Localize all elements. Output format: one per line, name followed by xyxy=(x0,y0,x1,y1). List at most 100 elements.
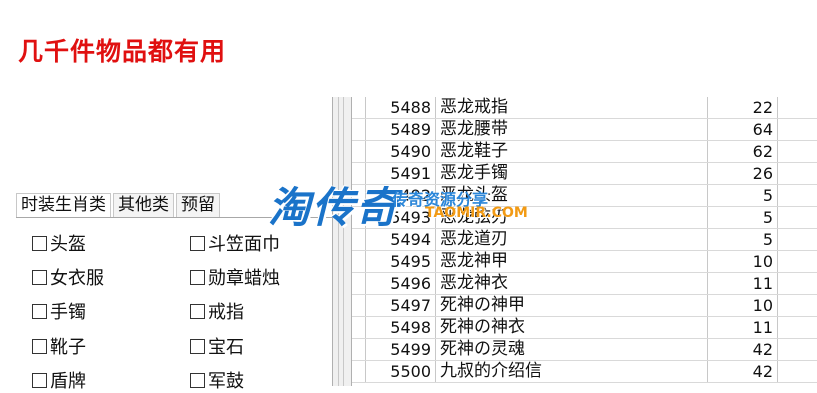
row-selector[interactable] xyxy=(352,119,366,140)
table-row[interactable]: 5493 恶龙弦刃 5 xyxy=(352,207,817,229)
item-id-cell: 5490 xyxy=(366,141,436,162)
item-name-cell: 九叔的介绍信 xyxy=(436,361,708,382)
table-row[interactable]: 5494 恶龙道刃 5 xyxy=(352,229,817,251)
checkbox-box[interactable] xyxy=(190,269,205,285)
item-id-cell: 5488 xyxy=(366,97,436,118)
checkbox-label: 手镯 xyxy=(50,302,86,323)
checkbox-label: 戒指 xyxy=(208,302,244,323)
item-id-cell: 5499 xyxy=(366,339,436,360)
table-row[interactable]: 5489 恶龙腰带 64 xyxy=(352,119,817,141)
item-value-cell: 10 xyxy=(708,251,778,272)
item-id-cell: 5497 xyxy=(366,295,436,316)
checkbox-medal-candle[interactable]: 勋章蜡烛 xyxy=(190,265,280,289)
table-row[interactable]: 5496 恶龙神衣 11 xyxy=(352,273,817,295)
checkbox-label: 军鼓 xyxy=(208,371,244,392)
item-value-cell: 22 xyxy=(708,97,778,118)
table-row[interactable]: 5500 九叔的介绍信 42 xyxy=(352,361,817,383)
item-value-cell: 26 xyxy=(708,163,778,184)
checkbox-box[interactable] xyxy=(32,303,47,319)
item-value-cell: 42 xyxy=(708,339,778,360)
tab-other[interactable]: 其他类 xyxy=(113,193,174,217)
item-name-cell: 恶龙鞋子 xyxy=(436,141,708,162)
item-id-cell: 5495 xyxy=(366,251,436,272)
banner-title: 几千件物品都有用 xyxy=(18,37,227,66)
item-extra-cell xyxy=(778,229,817,250)
item-value-cell: 5 xyxy=(708,185,778,206)
checkbox-gem[interactable]: 宝石 xyxy=(190,334,244,358)
item-extra-cell xyxy=(778,119,817,140)
item-value-cell: 10 xyxy=(708,295,778,316)
checkbox-box[interactable] xyxy=(32,235,47,251)
table-row[interactable]: 5491 恶龙手镯 26 xyxy=(352,163,817,185)
item-id-cell: 5496 xyxy=(366,273,436,294)
item-value-cell: 11 xyxy=(708,273,778,294)
item-id-cell: 5489 xyxy=(366,119,436,140)
item-name-cell: 死神の神衣 xyxy=(436,317,708,338)
checkbox-label: 女衣服 xyxy=(50,268,104,289)
checkbox-box[interactable] xyxy=(32,338,47,354)
row-selector[interactable] xyxy=(352,361,366,382)
row-selector[interactable] xyxy=(352,141,366,162)
checkbox-label: 靴子 xyxy=(50,337,86,358)
item-extra-cell xyxy=(778,163,817,184)
item-extra-cell xyxy=(778,361,817,382)
item-extra-cell xyxy=(778,339,817,360)
item-extra-cell xyxy=(778,185,817,206)
checkbox-boots[interactable]: 靴子 xyxy=(32,334,86,358)
item-value-cell: 5 xyxy=(708,229,778,250)
checkbox-hat-veil[interactable]: 斗笠面巾 xyxy=(190,231,280,255)
checkbox-box[interactable] xyxy=(190,235,205,251)
checkbox-label: 宝石 xyxy=(208,337,244,358)
row-selector[interactable] xyxy=(352,97,366,118)
table-row[interactable]: 5488 恶龙戒指 22 xyxy=(352,97,817,119)
item-extra-cell xyxy=(778,273,817,294)
checkbox-female-clothes[interactable]: 女衣服 xyxy=(32,265,104,289)
row-selector[interactable] xyxy=(352,251,366,272)
item-name-cell: 恶龙戒指 xyxy=(436,97,708,118)
item-extra-cell xyxy=(778,251,817,272)
table-row[interactable]: 5497 死神の神甲 10 xyxy=(352,295,817,317)
item-extra-cell xyxy=(778,317,817,338)
item-value-cell: 64 xyxy=(708,119,778,140)
checkbox-war-drum[interactable]: 军鼓 xyxy=(190,368,244,392)
item-id-cell: 5500 xyxy=(366,361,436,382)
item-name-cell: 恶龙神甲 xyxy=(436,251,708,272)
table-row[interactable]: 5498 死神の神衣 11 xyxy=(352,317,817,339)
checkbox-shield[interactable]: 盾牌 xyxy=(32,368,86,392)
item-value-cell: 11 xyxy=(708,317,778,338)
splitter-handle[interactable] xyxy=(332,97,352,386)
item-id-cell: 5498 xyxy=(366,317,436,338)
checkbox-box[interactable] xyxy=(32,372,47,388)
table-row[interactable]: 5499 死神の灵魂 42 xyxy=(352,339,817,361)
checkbox-box[interactable] xyxy=(190,303,205,319)
item-extra-cell xyxy=(778,207,817,228)
checkbox-bracelet[interactable]: 手镯 xyxy=(32,299,86,323)
item-name-cell: 恶龙腰带 xyxy=(436,119,708,140)
checkbox-box[interactable] xyxy=(190,338,205,354)
item-extra-cell xyxy=(778,97,817,118)
checkbox-label: 盾牌 xyxy=(50,371,86,392)
row-selector[interactable] xyxy=(352,317,366,338)
table-row[interactable]: 5490 恶龙鞋子 62 xyxy=(352,141,817,163)
row-selector[interactable] xyxy=(352,295,366,316)
checkbox-helmet[interactable]: 头盔 xyxy=(32,231,86,255)
table-row[interactable]: 5495 恶龙神甲 10 xyxy=(352,251,817,273)
checkbox-box[interactable] xyxy=(190,372,205,388)
checkbox-label: 头盔 xyxy=(50,234,86,255)
tab-fashion-zodiac[interactable]: 时装生肖类 xyxy=(16,193,111,217)
checkbox-label: 勋章蜡烛 xyxy=(208,268,280,289)
row-selector[interactable] xyxy=(352,339,366,360)
item-name-cell: 恶龙道刃 xyxy=(436,229,708,250)
checkbox-box[interactable] xyxy=(32,269,47,285)
item-value-cell: 42 xyxy=(708,361,778,382)
tab-reserved[interactable]: 预留 xyxy=(176,193,220,217)
item-name-cell: 恶龙手镯 xyxy=(436,163,708,184)
item-name-cell: 恶龙神衣 xyxy=(436,273,708,294)
row-selector[interactable] xyxy=(352,273,366,294)
checkbox-ring[interactable]: 戒指 xyxy=(190,299,244,323)
item-value-cell: 62 xyxy=(708,141,778,162)
watermark-url: TAOMIR.COM xyxy=(425,205,528,221)
item-table: 5488 恶龙戒指 22 5489 恶龙腰带 64 5490 恶龙鞋子 62 5… xyxy=(352,97,817,386)
item-name-cell: 死神の灵魂 xyxy=(436,339,708,360)
item-extra-cell xyxy=(778,141,817,162)
